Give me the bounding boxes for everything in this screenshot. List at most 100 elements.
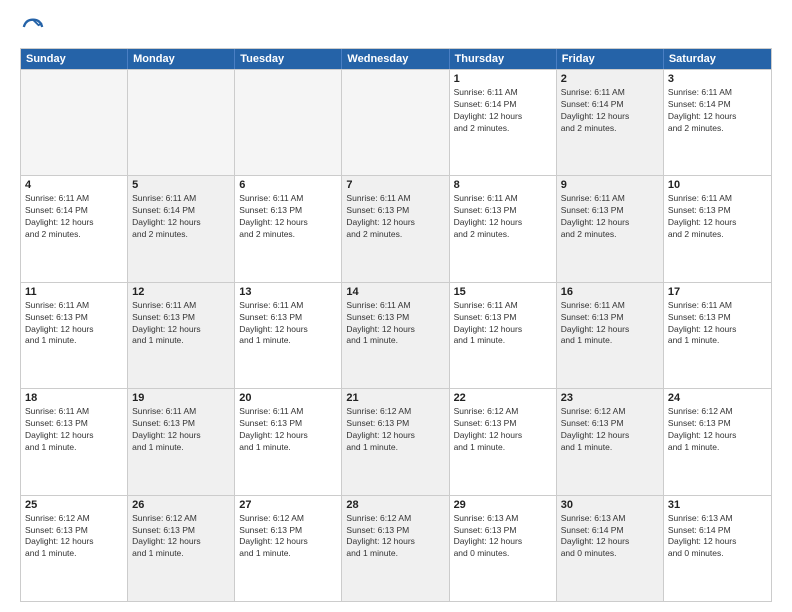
day-info: Sunrise: 6:11 AMSunset: 6:13 PMDaylight:… [132,406,230,454]
day-info: Sunrise: 6:11 AMSunset: 6:13 PMDaylight:… [454,193,552,241]
calendar-cell-20: 20 Sunrise: 6:11 AMSunset: 6:13 PMDayligh… [235,389,342,494]
day-number: 24 [668,392,767,404]
day-info: Sunrise: 6:11 AMSunset: 6:13 PMDaylight:… [25,300,123,348]
calendar-cell-23: 23 Sunrise: 6:12 AMSunset: 6:13 PMDayligh… [557,389,664,494]
day-info: Sunrise: 6:12 AMSunset: 6:13 PMDaylight:… [239,513,337,561]
day-number: 22 [454,392,552,404]
day-info: Sunrise: 6:11 AMSunset: 6:13 PMDaylight:… [346,193,444,241]
calendar-cell-9: 9 Sunrise: 6:11 AMSunset: 6:13 PMDaylight… [557,176,664,281]
calendar-cell-4: 4 Sunrise: 6:11 AMSunset: 6:14 PMDaylight… [21,176,128,281]
day-number: 20 [239,392,337,404]
calendar-cell-1: 1 Sunrise: 6:11 AMSunset: 6:14 PMDaylight… [450,70,557,175]
day-info: Sunrise: 6:11 AMSunset: 6:13 PMDaylight:… [668,300,767,348]
calendar-row-0: 1 Sunrise: 6:11 AMSunset: 6:14 PMDaylight… [21,69,771,175]
calendar-cell-empty [128,70,235,175]
calendar-cell-empty [21,70,128,175]
calendar-cell-28: 28Sunrise: 6:12 AMSunset: 6:13 PMDayligh… [342,496,449,601]
calendar-header-friday: Friday [557,49,664,69]
calendar-cell-3: 3 Sunrise: 6:11 AMSunset: 6:14 PMDaylight… [664,70,771,175]
calendar-cell-10: 10 Sunrise: 6:11 AMSunset: 6:13 PMDayligh… [664,176,771,281]
day-info: Sunrise: 6:12 AMSunset: 6:13 PMDaylight:… [668,406,767,454]
day-number: 26 [132,499,230,511]
calendar-header: SundayMondayTuesdayWednesdayThursdayFrid… [21,49,771,69]
calendar-cell-14: 14 Sunrise: 6:11 AMSunset: 6:13 PMDayligh… [342,283,449,388]
calendar-cell-empty [342,70,449,175]
calendar-cell-13: 13 Sunrise: 6:11 AMSunset: 6:13 PMDayligh… [235,283,342,388]
calendar: SundayMondayTuesdayWednesdayThursdayFrid… [20,48,772,602]
day-info: Sunrise: 6:12 AMSunset: 6:13 PMDaylight:… [25,513,123,561]
day-info: Sunrise: 6:11 AMSunset: 6:13 PMDaylight:… [239,406,337,454]
calendar-cell-16: 16Sunrise: 6:11 AMSunset: 6:13 PMDayligh… [557,283,664,388]
calendar-header-saturday: Saturday [664,49,771,69]
calendar-cell-5: 5Sunrise: 6:11 AMSunset: 6:14 PMDaylight… [128,176,235,281]
day-info: Sunrise: 6:12 AMSunset: 6:13 PMDaylight:… [561,406,659,454]
day-number: 8 [454,179,552,191]
day-info: Sunrise: 6:11 AMSunset: 6:13 PMDaylight:… [668,193,767,241]
calendar-cell-18: 18 Sunrise: 6:11 AMSunset: 6:13 PMDayligh… [21,389,128,494]
day-info: Sunrise: 6:11 AMSunset: 6:13 PMDaylight:… [346,300,444,348]
calendar-cell-17: 17 Sunrise: 6:11 AMSunset: 6:13 PMDayligh… [664,283,771,388]
day-number: 9 [561,179,659,191]
day-number: 4 [25,179,123,191]
day-info: Sunrise: 6:12 AMSunset: 6:13 PMDaylight:… [346,406,444,454]
calendar-header-thursday: Thursday [450,49,557,69]
calendar-cell-22: 22 Sunrise: 6:12 AMSunset: 6:13 PMDayligh… [450,389,557,494]
day-number: 1 [454,73,552,85]
day-info: Sunrise: 6:12 AMSunset: 6:13 PMDaylight:… [454,406,552,454]
day-info: Sunrise: 6:13 AMSunset: 6:14 PMDaylight:… [561,513,659,561]
calendar-cell-21: 21Sunrise: 6:12 AMSunset: 6:13 PMDayligh… [342,389,449,494]
calendar-row-4: 25 Sunrise: 6:12 AMSunset: 6:13 PMDayligh… [21,495,771,601]
day-info: Sunrise: 6:11 AMSunset: 6:13 PMDaylight:… [454,300,552,348]
logo-icon [22,16,44,38]
calendar-row-3: 18 Sunrise: 6:11 AMSunset: 6:13 PMDayligh… [21,388,771,494]
calendar-header-monday: Monday [128,49,235,69]
calendar-row-1: 4 Sunrise: 6:11 AMSunset: 6:14 PMDaylight… [21,175,771,281]
day-info: Sunrise: 6:12 AMSunset: 6:13 PMDaylight:… [132,513,230,561]
day-info: Sunrise: 6:11 AMSunset: 6:14 PMDaylight:… [25,193,123,241]
day-number: 12 [132,286,230,298]
day-info: Sunrise: 6:11 AMSunset: 6:13 PMDaylight:… [132,300,230,348]
calendar-body: 1 Sunrise: 6:11 AMSunset: 6:14 PMDaylight… [21,69,771,601]
day-info: Sunrise: 6:11 AMSunset: 6:13 PMDaylight:… [25,406,123,454]
calendar-header-tuesday: Tuesday [235,49,342,69]
calendar-header-sunday: Sunday [21,49,128,69]
calendar-cell-empty [235,70,342,175]
calendar-cell-19: 19 Sunrise: 6:11 AMSunset: 6:13 PMDayligh… [128,389,235,494]
day-info: Sunrise: 6:11 AMSunset: 6:14 PMDaylight:… [561,87,659,135]
day-info: Sunrise: 6:11 AMSunset: 6:14 PMDaylight:… [454,87,552,135]
day-number: 29 [454,499,552,511]
day-info: Sunrise: 6:11 AMSunset: 6:14 PMDaylight:… [668,87,767,135]
day-number: 25 [25,499,123,511]
calendar-cell-6: 6Sunrise: 6:11 AMSunset: 6:13 PMDaylight… [235,176,342,281]
calendar-cell-8: 8 Sunrise: 6:11 AMSunset: 6:13 PMDaylight… [450,176,557,281]
day-number: 14 [346,286,444,298]
calendar-cell-29: 29 Sunrise: 6:13 AMSunset: 6:13 PMDayligh… [450,496,557,601]
calendar-cell-15: 15 Sunrise: 6:11 AMSunset: 6:13 PMDayligh… [450,283,557,388]
day-number: 19 [132,392,230,404]
calendar-cell-25: 25 Sunrise: 6:12 AMSunset: 6:13 PMDayligh… [21,496,128,601]
day-number: 15 [454,286,552,298]
day-number: 7 [346,179,444,191]
day-number: 31 [668,499,767,511]
calendar-cell-7: 7 Sunrise: 6:11 AMSunset: 6:13 PMDaylight… [342,176,449,281]
day-number: 2 [561,73,659,85]
day-info: Sunrise: 6:11 AMSunset: 6:13 PMDaylight:… [561,193,659,241]
day-number: 13 [239,286,337,298]
day-number: 27 [239,499,337,511]
day-number: 10 [668,179,767,191]
day-info: Sunrise: 6:13 AMSunset: 6:13 PMDaylight:… [454,513,552,561]
calendar-cell-12: 12 Sunrise: 6:11 AMSunset: 6:13 PMDayligh… [128,283,235,388]
calendar-cell-26: 26 Sunrise: 6:12 AMSunset: 6:13 PMDayligh… [128,496,235,601]
day-number: 17 [668,286,767,298]
day-number: 5 [132,179,230,191]
day-number: 28 [346,499,444,511]
day-number: 3 [668,73,767,85]
day-number: 18 [25,392,123,404]
day-info: Sunrise: 6:11 AMSunset: 6:13 PMDaylight:… [239,300,337,348]
day-number: 16 [561,286,659,298]
header [20,16,772,38]
day-number: 23 [561,392,659,404]
day-info: Sunrise: 6:11 AMSunset: 6:13 PMDaylight:… [239,193,337,241]
calendar-cell-2: 2 Sunrise: 6:11 AMSunset: 6:14 PMDaylight… [557,70,664,175]
calendar-cell-31: 31Sunrise: 6:13 AMSunset: 6:14 PMDayligh… [664,496,771,601]
